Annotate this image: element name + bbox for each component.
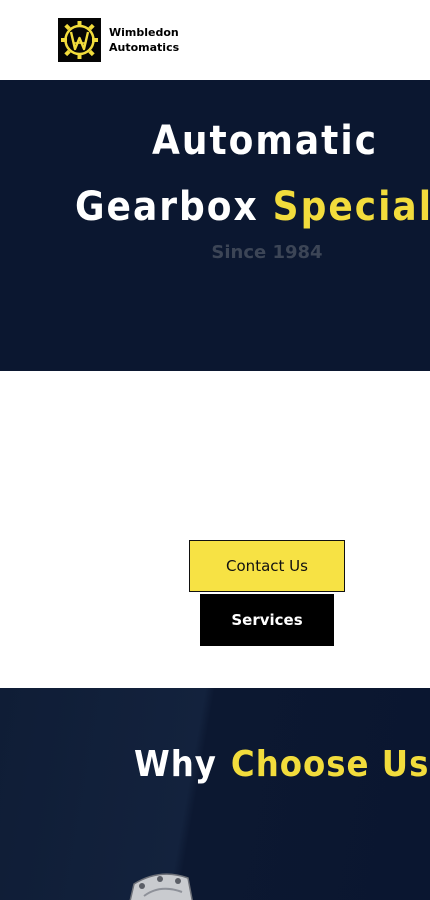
gearbox-image-icon <box>129 873 193 900</box>
brand-logo-icon[interactable] <box>58 18 101 62</box>
cta-section: Contact Us Services <box>0 371 430 688</box>
hero-title-line1: Automatic <box>151 118 379 164</box>
services-button[interactable]: Services <box>200 594 334 646</box>
hero-section: Automatic Gearbox Specialist Since 1984 <box>0 80 430 371</box>
why-title-word-why: Why <box>134 744 217 785</box>
contact-us-button[interactable]: Contact Us <box>189 540 345 592</box>
hero-title-line2: Gearbox Specialist <box>75 184 430 230</box>
brand-name-line1: Wimbledon <box>109 26 179 39</box>
why-choose-us-title: Why Choose Us <box>134 744 429 785</box>
hero-title-word-specialist: Specialist <box>272 184 430 230</box>
hero-since-tagline: Since 1984 <box>211 242 323 263</box>
site-header: Wimbledon Automatics <box>0 0 430 80</box>
why-choose-us-section: Why Choose Us <box>0 688 430 900</box>
brand-name[interactable]: Wimbledon Automatics <box>109 25 179 55</box>
hero-title-word-gearbox: Gearbox <box>75 184 259 230</box>
why-title-word-choose-us: Choose Us <box>230 744 430 785</box>
brand-name-line2: Automatics <box>109 41 180 54</box>
